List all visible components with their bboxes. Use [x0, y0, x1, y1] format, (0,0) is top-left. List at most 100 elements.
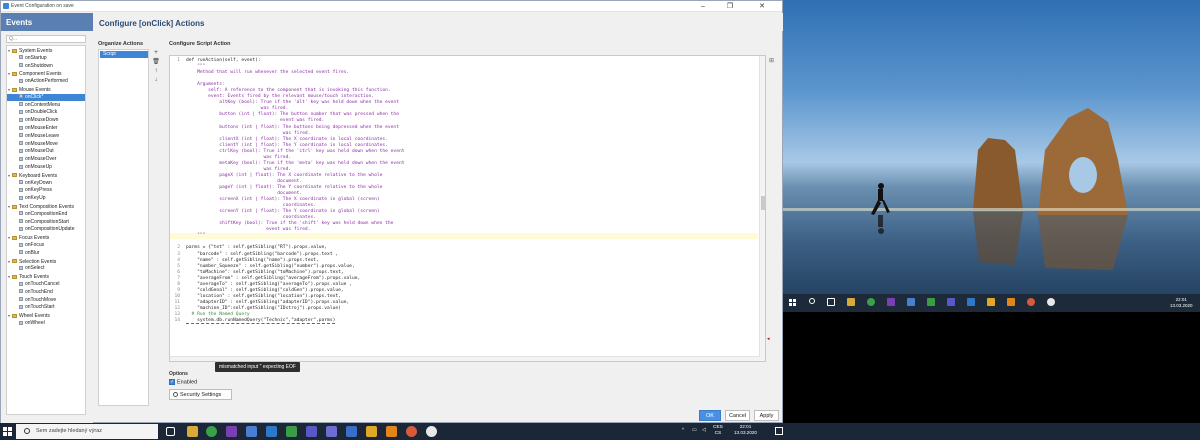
- tree-event-item[interactable]: onDoubleClick: [7, 109, 85, 116]
- chevron-up-icon[interactable]: ^: [682, 428, 684, 433]
- tree-event-item[interactable]: onMouseDown: [7, 117, 85, 124]
- tree-event-item[interactable]: onMouseEnter: [7, 125, 85, 132]
- script-editor[interactable]: 1 def runAction(self, event): """ Method …: [169, 55, 766, 362]
- task-view-icon[interactable]: [166, 427, 175, 436]
- tree-folder[interactable]: ▾ Text Composition Events: [7, 203, 85, 210]
- event-icon: [19, 281, 23, 286]
- action-item-script[interactable]: Script: [100, 51, 148, 58]
- tree-folder[interactable]: ▾ Selection Events: [7, 258, 85, 265]
- taskbar-search-input[interactable]: Sem zadejte hledaný výraz: [16, 424, 158, 439]
- tree-folder[interactable]: ▾ Keyboard Events: [7, 172, 85, 179]
- tree-event-item[interactable]: onClick*: [7, 93, 85, 101]
- volume-icon[interactable]: ◁: [702, 428, 706, 433]
- tree-event-item[interactable]: onKeyUp: [7, 195, 85, 202]
- cloud-app-icon[interactable]: [426, 426, 437, 437]
- tree-event-item[interactable]: onBlur: [7, 250, 85, 257]
- tree-folder[interactable]: ▾ Touch Events: [7, 273, 85, 280]
- tree-event-item[interactable]: onCompositionEnd: [7, 211, 85, 218]
- tree-event-item[interactable]: onMouseMove: [7, 141, 85, 148]
- tree-event-item[interactable]: onMouseUp: [7, 164, 85, 171]
- file-explorer-icon[interactable]: [187, 426, 198, 437]
- tree-event-item[interactable]: onCompositionStart: [7, 219, 85, 226]
- chrome-icon[interactable]: [206, 426, 217, 437]
- tree-event-item[interactable]: onTouchStart: [7, 304, 85, 311]
- move-up-icon[interactable]: ↑: [152, 67, 160, 75]
- code-area[interactable]: 1 def runAction(self, event): """ Method …: [170, 58, 758, 325]
- tree-event-item[interactable]: onMouseLeave: [7, 133, 85, 140]
- apply-button[interactable]: Apply: [754, 410, 779, 421]
- close-icon[interactable]: ✕: [751, 1, 773, 12]
- tree-folder[interactable]: ▾ Focus Events: [7, 234, 85, 241]
- cancel-button[interactable]: Cancel: [725, 410, 750, 421]
- teams-icon[interactable]: [306, 426, 317, 437]
- word-icon[interactable]: [907, 298, 915, 306]
- tree-event-item[interactable]: onActionPerformed: [7, 78, 85, 85]
- expand-editor-icon[interactable]: ⊞: [769, 57, 774, 64]
- tree-event-item[interactable]: onCompositionUpdate: [7, 226, 85, 233]
- security-settings-button[interactable]: Security Settings: [169, 389, 232, 400]
- editor-vertical-scrollbar[interactable]: [759, 56, 765, 361]
- tree-folder[interactable]: ▾ Wheel Events: [7, 312, 85, 319]
- app-icon-blue-2[interactable]: [346, 426, 357, 437]
- tree-event-item[interactable]: onFocus: [7, 242, 85, 249]
- tree-event-item[interactable]: onKeyPress: [7, 187, 85, 194]
- tree-event-item[interactable]: onTouchEnd: [7, 289, 85, 296]
- notes-icon[interactable]: [987, 298, 995, 306]
- tree-event-item[interactable]: onContextMenu: [7, 102, 85, 109]
- search-icon[interactable]: [809, 298, 815, 304]
- tree-folder[interactable]: ▾ Mouse Events: [7, 86, 85, 93]
- tree-event-item[interactable]: onKeyDown: [7, 180, 85, 187]
- app-icon-purple[interactable]: [226, 426, 237, 437]
- event-icon: [19, 195, 23, 200]
- taskbar-clock[interactable]: 22:01 13.03.2020: [734, 424, 757, 436]
- chrome-icon-2[interactable]: [406, 426, 417, 437]
- cloud-app-icon[interactable]: [1047, 298, 1055, 306]
- tree-event-item[interactable]: onSelect: [7, 265, 85, 272]
- ignition-icon[interactable]: [386, 426, 397, 437]
- app-icon-purple[interactable]: [887, 298, 895, 306]
- tree-folder[interactable]: ▾ System Events: [7, 47, 85, 54]
- tree-event-item[interactable]: onWheel: [7, 320, 85, 327]
- restore-icon[interactable]: ❐: [719, 1, 741, 12]
- minimize-icon[interactable]: –: [692, 1, 714, 12]
- enabled-checkbox-row[interactable]: ✓ Enabled: [169, 379, 197, 385]
- ok-button[interactable]: OK: [699, 410, 721, 421]
- language-indicator[interactable]: CES CS: [713, 425, 723, 437]
- file-explorer-icon[interactable]: [847, 298, 855, 306]
- blue-app-icon[interactable]: [266, 426, 277, 437]
- tree-event-item[interactable]: onMouseOver: [7, 156, 85, 163]
- tree-event-item[interactable]: onShutdown: [7, 63, 85, 70]
- network-icon[interactable]: ▭: [692, 428, 697, 433]
- notifications-icon[interactable]: [775, 427, 783, 435]
- task-view-icon[interactable]: [827, 298, 835, 306]
- move-down-icon[interactable]: ↓: [152, 76, 160, 84]
- chrome-icon[interactable]: [867, 298, 875, 306]
- editor-horizontal-scrollbar[interactable]: [170, 356, 760, 361]
- teams-icon[interactable]: [947, 298, 955, 306]
- green-app-icon[interactable]: [927, 298, 935, 306]
- code-text: self: A reference to the component that …: [186, 88, 391, 94]
- notes-icon[interactable]: [366, 426, 377, 437]
- event-icon: [19, 289, 23, 294]
- events-search-input[interactable]: Q...: [6, 35, 86, 43]
- windows-logo-icon[interactable]: [789, 299, 796, 306]
- chrome-icon-2[interactable]: [1027, 298, 1035, 306]
- delete-icon[interactable]: 🗑: [152, 58, 160, 66]
- tree-event-item[interactable]: onTouchCancel: [7, 281, 85, 288]
- add-action-button[interactable]: +: [152, 49, 160, 57]
- blue-app-icon[interactable]: [967, 298, 975, 306]
- title-bar[interactable]: Event Configuration on save – ❐ ✕: [1, 1, 782, 12]
- green-app-icon[interactable]: [286, 426, 297, 437]
- start-icon[interactable]: [3, 427, 12, 436]
- code-line[interactable]: 14 system.db.runNamedQuery("Technic","ad…: [170, 318, 758, 325]
- desktop-clock[interactable]: 22:01 13.03.2020: [1170, 297, 1193, 308]
- app-icon-violet[interactable]: [326, 426, 337, 437]
- tree-event-item[interactable]: onMouseOut: [7, 148, 85, 155]
- tree-folder[interactable]: ▾ Component Events: [7, 70, 85, 77]
- ignition-icon[interactable]: [1007, 298, 1015, 306]
- word-icon[interactable]: [246, 426, 257, 437]
- tree-event-item[interactable]: onStartup: [7, 55, 85, 62]
- enabled-checkbox[interactable]: ✓: [169, 379, 175, 385]
- tree-event-item[interactable]: onTouchMove: [7, 297, 85, 304]
- scrollbar-thumb[interactable]: [761, 196, 765, 210]
